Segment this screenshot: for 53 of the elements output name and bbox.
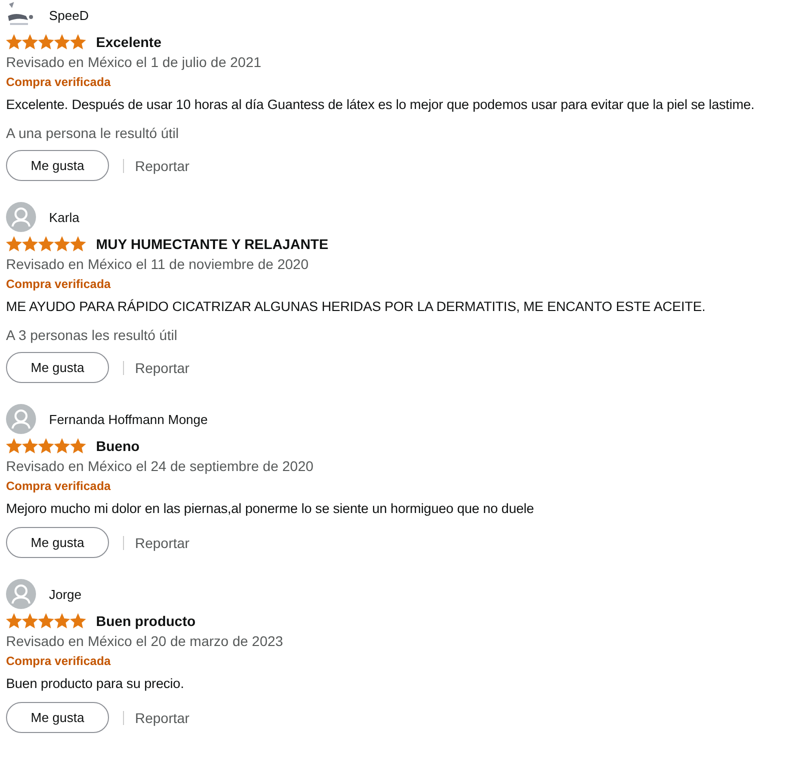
- like-button[interactable]: Me gusta: [6, 150, 109, 181]
- verified-purchase-label: Compra verificada: [6, 653, 112, 670]
- reviewer-name: Fernanda Hoffmann Monge: [49, 412, 208, 426]
- star-icon: [22, 438, 38, 454]
- verified-purchase-label: Compra verificada: [6, 74, 112, 91]
- like-button[interactable]: Me gusta: [6, 352, 109, 383]
- report-link[interactable]: Reportar: [135, 534, 190, 550]
- star-icon: [70, 236, 86, 252]
- avatar-icon: [6, 579, 36, 609]
- review-text: Excelente. Después de usar 10 horas al día Guantess de látex es lo mejor que podemos usar para evitar que la piel se lastime.: [6, 96, 756, 114]
- star-icon: [6, 613, 22, 629]
- reviewer-name: SpeeD: [49, 8, 89, 22]
- star-icon: [70, 438, 86, 454]
- star-icon: [70, 34, 86, 50]
- review-date: Revisado en México el 1 de julio de 2021: [6, 53, 262, 72]
- star-icon: [6, 34, 22, 50]
- star-icon: [38, 613, 54, 629]
- star-icon: [38, 236, 54, 252]
- review-title: Excelente: [96, 34, 162, 50]
- review-date: Revisado en México el 11 de noviembre de 2020: [6, 255, 310, 274]
- review-date: Revisado en México el 24 de septiembre de 2020: [6, 457, 314, 476]
- star-icon: [6, 236, 22, 252]
- helpful-count: A 3 personas les resultó útil: [6, 326, 178, 345]
- helpful-count: A una persona le resultó útil: [6, 124, 180, 143]
- star-icon: [54, 34, 70, 50]
- review-text: Buen producto para su precio.: [6, 675, 185, 693]
- star-icon: [54, 438, 70, 454]
- star-icon: [54, 236, 70, 252]
- report-link[interactable]: Reportar: [135, 158, 190, 174]
- star-icon: [22, 613, 38, 629]
- reviewer-name: Jorge: [49, 586, 82, 602]
- star-icon: [54, 613, 70, 629]
- review-title: Bueno: [96, 438, 140, 454]
- star-icon: [38, 34, 54, 50]
- verified-purchase-label: Compra verificada: [6, 276, 112, 293]
- star-icon: [6, 438, 22, 454]
- review-title: Buen producto: [96, 613, 196, 629]
- avatar-icon: [6, 404, 36, 434]
- like-button[interactable]: Me gusta: [6, 702, 109, 733]
- review-date: Revisado en México el 20 de marzo de 2023: [6, 632, 284, 651]
- star-icon: [22, 236, 38, 252]
- report-link[interactable]: Reportar: [135, 710, 190, 726]
- star-icon: [22, 34, 38, 50]
- star-icon: [38, 438, 54, 454]
- like-button[interactable]: Me gusta: [6, 527, 109, 558]
- reviewer-name: Karla: [49, 210, 80, 224]
- review-text: ME AYUDO PARA RÁPIDO CICATRIZAR ALGUNAS HERIDAS POR LA DERMATITIS, ME ENCANTO ESTE ACEITE.: [6, 298, 706, 316]
- star-icon: [70, 613, 86, 629]
- review-title: MUY HUMECTANTE Y RELAJANTE: [96, 236, 328, 252]
- verified-purchase-label: Compra verificada: [6, 478, 112, 495]
- report-link[interactable]: Reportar: [135, 360, 190, 376]
- avatar-icon: [6, 202, 36, 232]
- review-text: Mejoro mucho mi dolor en las piernas,al ponerme lo se siente un hormigueo que no duele: [6, 500, 535, 518]
